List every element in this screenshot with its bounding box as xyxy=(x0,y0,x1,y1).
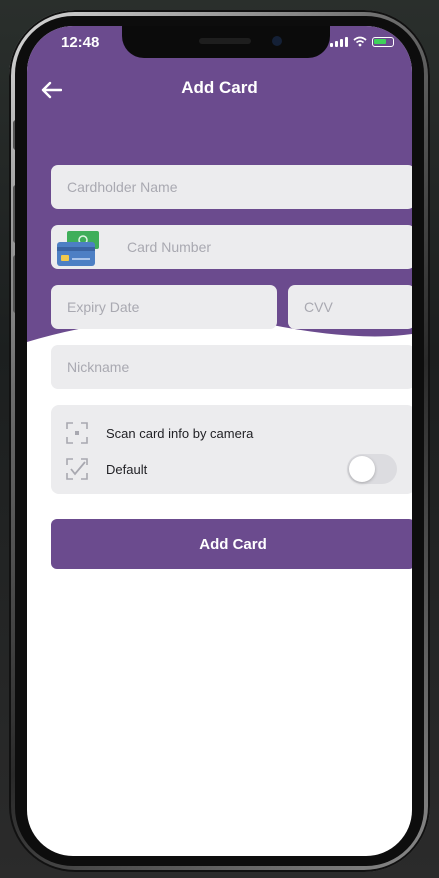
nickname-placeholder: Nickname xyxy=(67,359,130,375)
default-option: Default xyxy=(51,452,412,486)
default-toggle[interactable] xyxy=(347,454,397,484)
cvv-placeholder: CVV xyxy=(304,299,333,315)
add-card-button[interactable]: Add Card xyxy=(51,519,412,569)
status-icons xyxy=(330,36,394,47)
signal-icon xyxy=(330,37,348,47)
phone-screen: 12:48 Add Card Cardholder Name Card Numb… xyxy=(27,26,412,856)
cardholder-name-input[interactable]: Cardholder Name xyxy=(51,165,412,209)
expiry-date-input[interactable]: Expiry Date xyxy=(51,285,277,329)
speaker-grille xyxy=(199,38,251,44)
card-number-input[interactable]: Card Number xyxy=(51,225,412,269)
cvv-input[interactable]: CVV xyxy=(288,285,412,329)
scan-icon xyxy=(66,422,88,444)
card-number-placeholder: Card Number xyxy=(127,239,212,255)
wifi-icon xyxy=(353,36,367,47)
credit-card-icon xyxy=(57,231,99,266)
notch xyxy=(122,26,330,58)
page-title: Add Card xyxy=(181,78,258,97)
nickname-input[interactable]: Nickname xyxy=(51,345,412,389)
options-card: Scan card info by camera Default xyxy=(51,405,412,494)
default-label: Default xyxy=(106,461,148,477)
status-time: 12:48 xyxy=(61,34,100,51)
battery-icon xyxy=(372,37,394,47)
scan-card-label: Scan card info by camera xyxy=(106,425,254,441)
expiry-date-placeholder: Expiry Date xyxy=(67,299,140,315)
toggle-knob xyxy=(349,456,375,482)
front-camera xyxy=(272,36,282,46)
cardholder-name-placeholder: Cardholder Name xyxy=(67,179,178,195)
scan-card-option[interactable]: Scan card info by camera xyxy=(51,416,412,450)
checkmark-icon xyxy=(66,458,88,480)
